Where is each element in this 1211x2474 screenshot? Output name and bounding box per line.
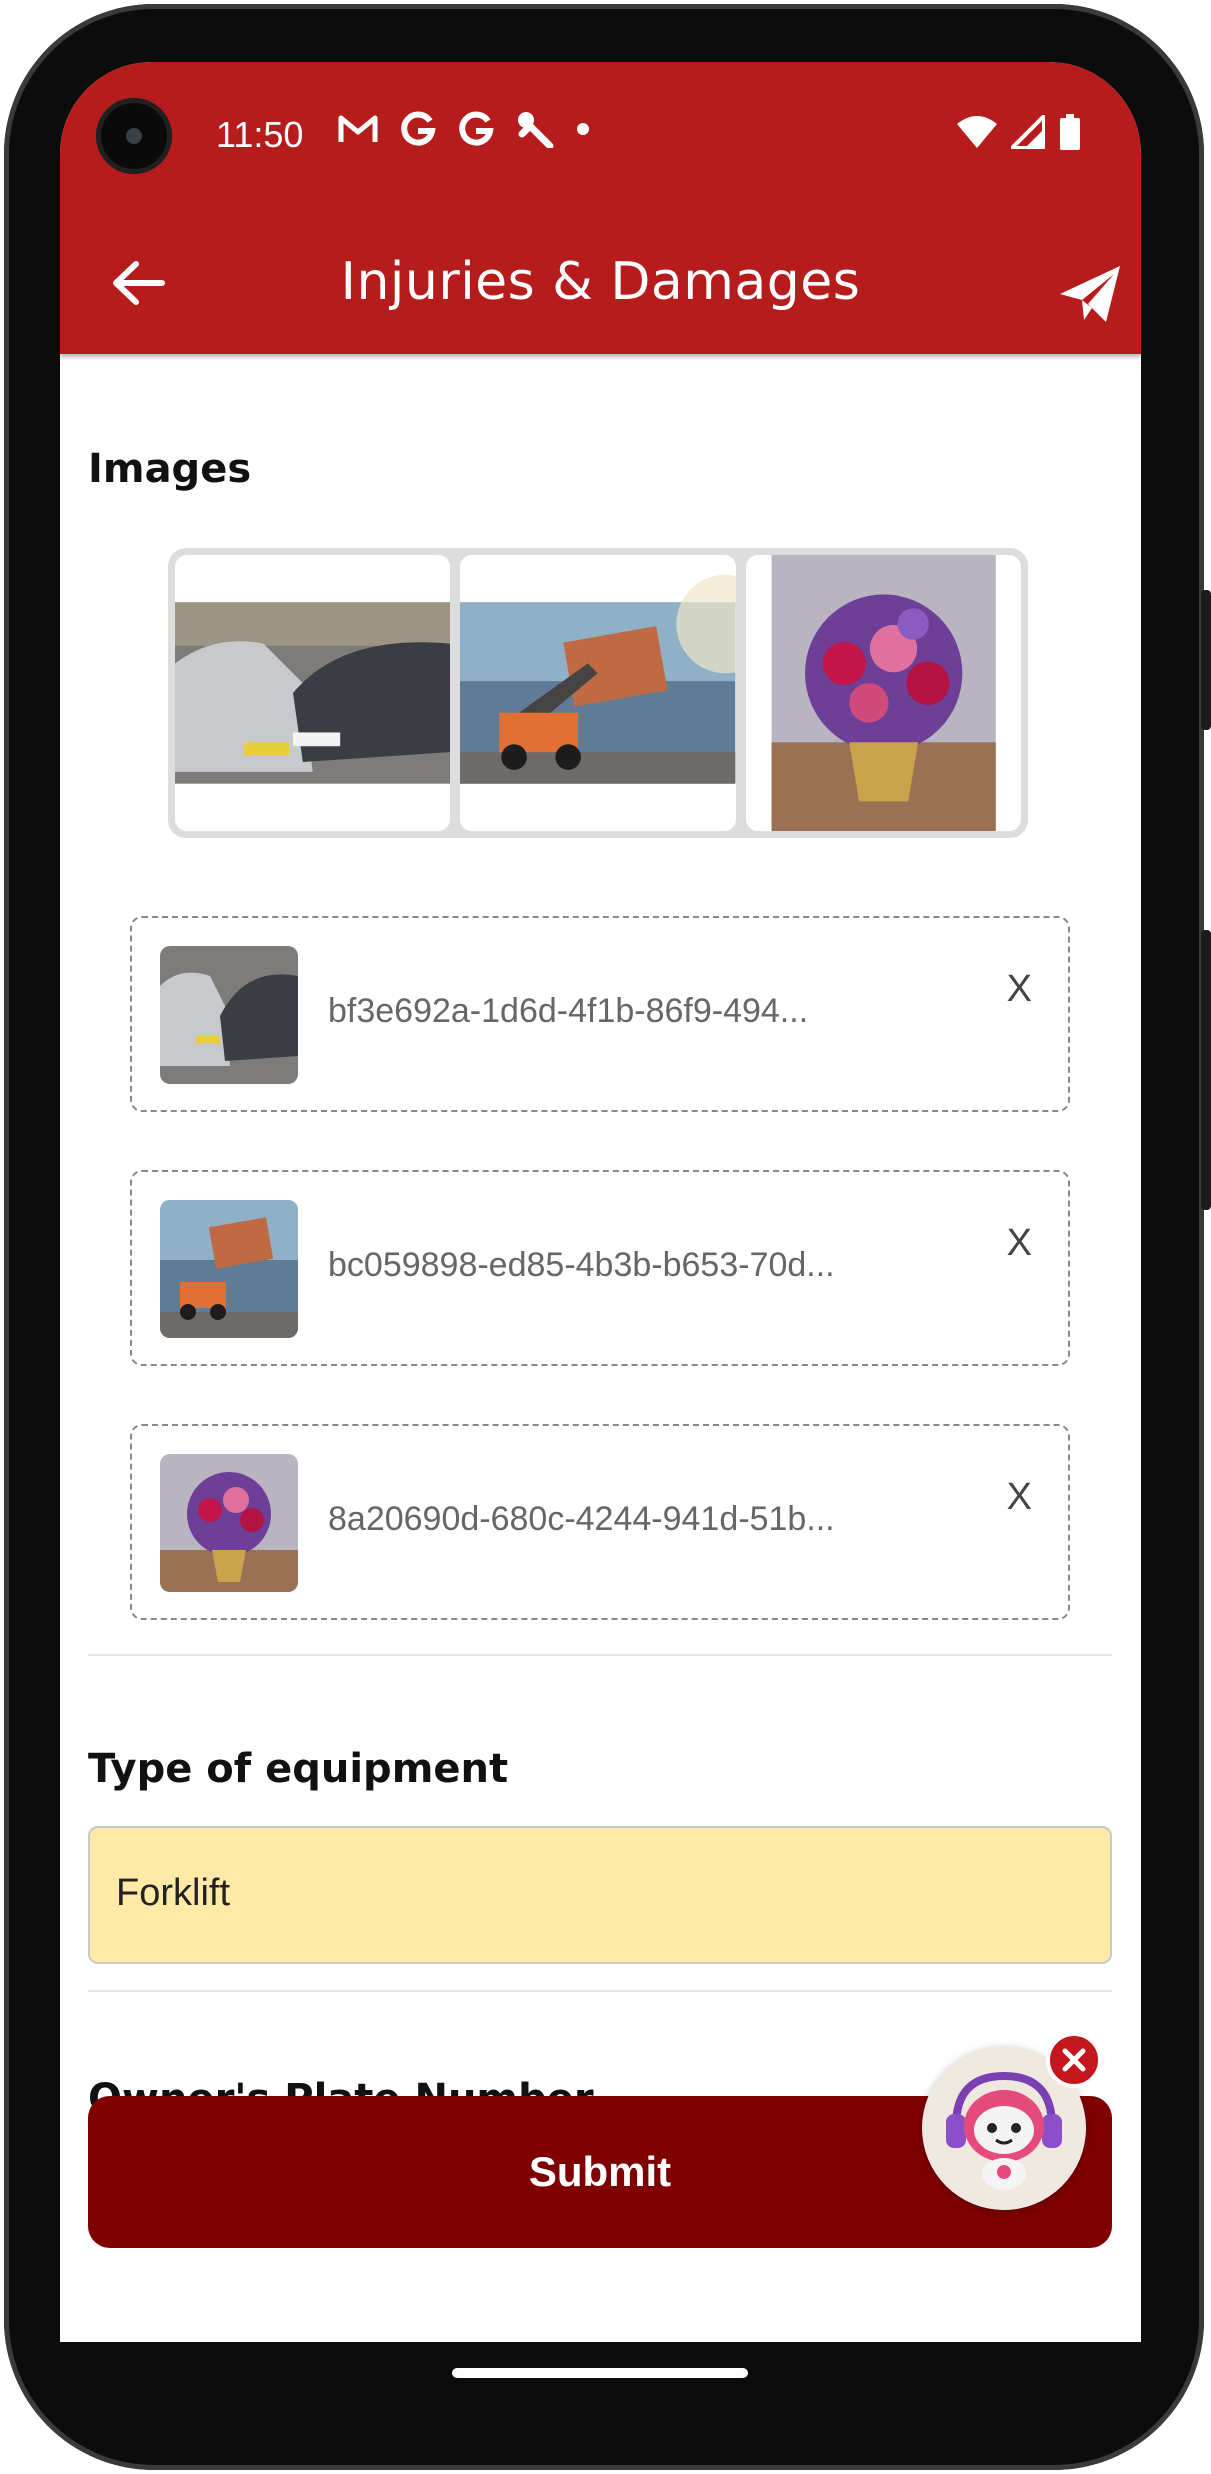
file-thumbnail xyxy=(160,1454,298,1592)
images-label: Images xyxy=(88,446,252,492)
file-name: 8a20690d-680c-4244-941d-51b... xyxy=(328,1500,835,1538)
uploaded-file-row: 8a20690d-680c-4244-941d-51b... X xyxy=(130,1424,1070,1620)
image-gallery[interactable] xyxy=(168,548,1028,838)
uploaded-file-row: bc059898-ed85-4b3b-b653-70d... X xyxy=(130,1170,1070,1366)
uploaded-file-row: bf3e692a-1d6d-4f1b-86f9-494... X xyxy=(130,916,1070,1112)
file-thumbnail xyxy=(160,946,298,1084)
gallery-image-flowers[interactable] xyxy=(745,555,1021,831)
power-button xyxy=(1201,930,1211,1210)
forklift-container-photo xyxy=(160,1200,298,1338)
section-divider xyxy=(88,1654,1112,1656)
file-thumbnail xyxy=(160,1200,298,1338)
phone-device: 11:50 Injuries & Damages Images bf3e692a… xyxy=(0,0,1211,2474)
page-title: Injuries & Damages xyxy=(340,252,861,312)
screen: 11:50 Injuries & Damages Images bf3e692a… xyxy=(60,62,1141,2342)
file-name: bf3e692a-1d6d-4f1b-86f9-494... xyxy=(328,992,809,1030)
equipment-value: Forklift xyxy=(116,1872,230,1914)
close-bot-button[interactable] xyxy=(1046,2032,1102,2088)
car-crash-photo xyxy=(160,946,298,1084)
remove-file-button[interactable]: X xyxy=(1007,968,1032,1011)
home-indicator[interactable] xyxy=(452,2368,748,2378)
section-divider xyxy=(88,1990,1112,1992)
gallery-image-forklift[interactable] xyxy=(460,555,736,831)
remove-file-button[interactable]: X xyxy=(1007,1222,1032,1265)
close-icon xyxy=(1062,2048,1086,2072)
paper-plane-icon xyxy=(1060,266,1120,322)
flower-bouquet-photo xyxy=(160,1454,298,1592)
send-button[interactable] xyxy=(1058,264,1122,328)
equipment-field[interactable]: Forklift xyxy=(88,1826,1112,1964)
gallery-image-car-crash[interactable] xyxy=(175,555,451,831)
flower-bouquet-photo xyxy=(745,555,1021,831)
forklift-container-photo xyxy=(460,555,736,831)
remove-file-button[interactable]: X xyxy=(1007,1476,1032,1519)
file-name: bc059898-ed85-4b3b-b653-70d... xyxy=(328,1246,835,1284)
form-content: Images bf3e692a-1d6d-4f1b-86f9-494... X … xyxy=(60,354,1141,2280)
app-bar: Injuries & Damages xyxy=(60,62,1141,354)
equipment-label: Type of equipment xyxy=(88,1746,509,1792)
car-crash-photo xyxy=(175,555,451,831)
volume-button xyxy=(1201,590,1211,730)
